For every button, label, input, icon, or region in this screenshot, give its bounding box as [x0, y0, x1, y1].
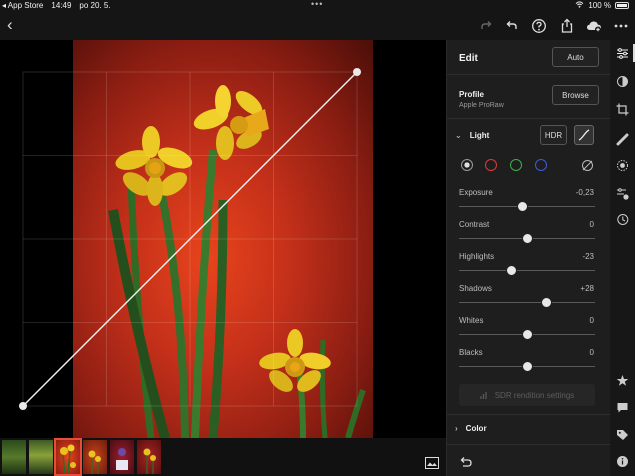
panel-title: Edit	[459, 53, 478, 64]
filmstrip	[0, 438, 446, 476]
star-icon[interactable]	[615, 373, 630, 388]
profile-label: Profile	[459, 90, 484, 99]
presets-icon[interactable]	[615, 74, 630, 89]
whites-value[interactable]: 0	[590, 316, 594, 325]
curve-channel-blue[interactable]	[535, 159, 547, 171]
thumbnail-selected[interactable]	[54, 438, 82, 476]
reset-icon[interactable]	[459, 456, 473, 468]
browse-button[interactable]: Browse	[552, 85, 599, 105]
undo-icon[interactable]	[502, 16, 522, 36]
share-icon[interactable]	[557, 16, 577, 36]
exposure-slider-knob[interactable]	[517, 201, 529, 212]
cloud-add-icon[interactable]	[584, 16, 604, 36]
masking-icon[interactable]	[615, 158, 630, 173]
photo-canvas[interactable]	[0, 40, 446, 438]
profile-value: Apple ProRaw	[459, 102, 504, 109]
color-label: Color	[465, 424, 487, 433]
sliders-icon[interactable]	[615, 46, 630, 61]
auto-button[interactable]: Auto	[552, 47, 599, 67]
info-icon[interactable]	[615, 454, 630, 469]
tone-curve-button[interactable]	[574, 125, 594, 145]
blacks-slider-knob[interactable]	[521, 361, 533, 372]
adjust-add-icon[interactable]	[615, 186, 630, 201]
thumbnail[interactable]	[2, 440, 26, 474]
redo-icon[interactable]	[476, 16, 496, 36]
blacks-label: Blacks	[459, 348, 483, 357]
multitask-dots[interactable]: •••	[311, 0, 323, 9]
healing-icon[interactable]	[615, 132, 630, 147]
bars-icon	[480, 392, 487, 399]
highlights-label: Highlights	[459, 252, 495, 261]
tone-curve-overlay[interactable]	[0, 40, 446, 438]
target-adjust-icon[interactable]	[581, 159, 594, 172]
thumbnail[interactable]	[83, 440, 107, 474]
wifi-icon	[575, 1, 584, 10]
chevron-down-icon: ⌄	[455, 131, 462, 140]
help-icon[interactable]	[529, 16, 549, 36]
top-toolbar: ‹	[0, 12, 635, 40]
highlights-value[interactable]: -23	[582, 252, 594, 261]
contrast-slider-knob[interactable]	[521, 233, 533, 244]
whites-slider-knob[interactable]	[521, 329, 533, 340]
edit-panel: Edit Auto Profile Apple ProRaw Browse ⌄ L…	[446, 40, 611, 476]
exposure-value[interactable]: -0,23	[576, 188, 594, 197]
tool-rail	[610, 40, 635, 476]
curve-channel-red[interactable]	[485, 159, 497, 171]
battery-percent: 100 %	[588, 1, 611, 10]
sdr-label: SDR rendition settings	[494, 390, 575, 400]
highlights-slider-track[interactable]	[459, 270, 595, 271]
status-back-app[interactable]: ◂ App Store	[2, 1, 43, 10]
shadows-slider-track[interactable]	[459, 302, 595, 303]
shadows-slider-knob[interactable]	[540, 297, 552, 308]
sdr-rendition-button: SDR rendition settings	[459, 384, 595, 406]
shadows-label: Shadows	[459, 284, 492, 293]
chevron-right-icon: ›	[455, 424, 458, 433]
status-time: 14:49	[51, 1, 72, 10]
curve-icon	[578, 129, 590, 141]
exposure-label: Exposure	[459, 188, 493, 197]
hdr-button[interactable]: HDR	[540, 125, 567, 145]
whites-label: Whites	[459, 316, 484, 325]
contrast-value[interactable]: 0	[590, 220, 594, 229]
crop-icon[interactable]	[615, 102, 630, 117]
filmstrip-toggle-icon[interactable]	[425, 457, 439, 469]
status-date: po 20. 5.	[79, 1, 111, 10]
more-icon[interactable]	[611, 16, 631, 36]
curve-point-white	[353, 68, 361, 76]
comment-icon[interactable]	[615, 400, 630, 415]
color-section-header[interactable]: › Color	[455, 424, 487, 433]
highlights-slider-knob[interactable]	[505, 265, 517, 276]
status-bar: ◂ App Store 14:49 po 20. 5. ••• 100 %	[0, 0, 635, 12]
light-section-header[interactable]: ⌄ Light	[455, 131, 489, 140]
thumbnail[interactable]	[137, 440, 161, 474]
back-button[interactable]: ‹	[7, 15, 13, 35]
curve-point-black	[19, 402, 27, 410]
blacks-value[interactable]: 0	[590, 348, 594, 357]
battery-icon	[615, 2, 629, 9]
tag-icon[interactable]	[615, 428, 630, 443]
curve-channel-rgb[interactable]	[461, 159, 473, 171]
thumbnail[interactable]	[29, 440, 53, 474]
contrast-label: Contrast	[459, 220, 490, 229]
shadows-value[interactable]: +28	[580, 284, 594, 293]
thumbnail[interactable]	[110, 440, 134, 474]
light-label: Light	[469, 131, 490, 140]
history-icon[interactable]	[615, 212, 630, 227]
curve-channel-green[interactable]	[510, 159, 522, 171]
